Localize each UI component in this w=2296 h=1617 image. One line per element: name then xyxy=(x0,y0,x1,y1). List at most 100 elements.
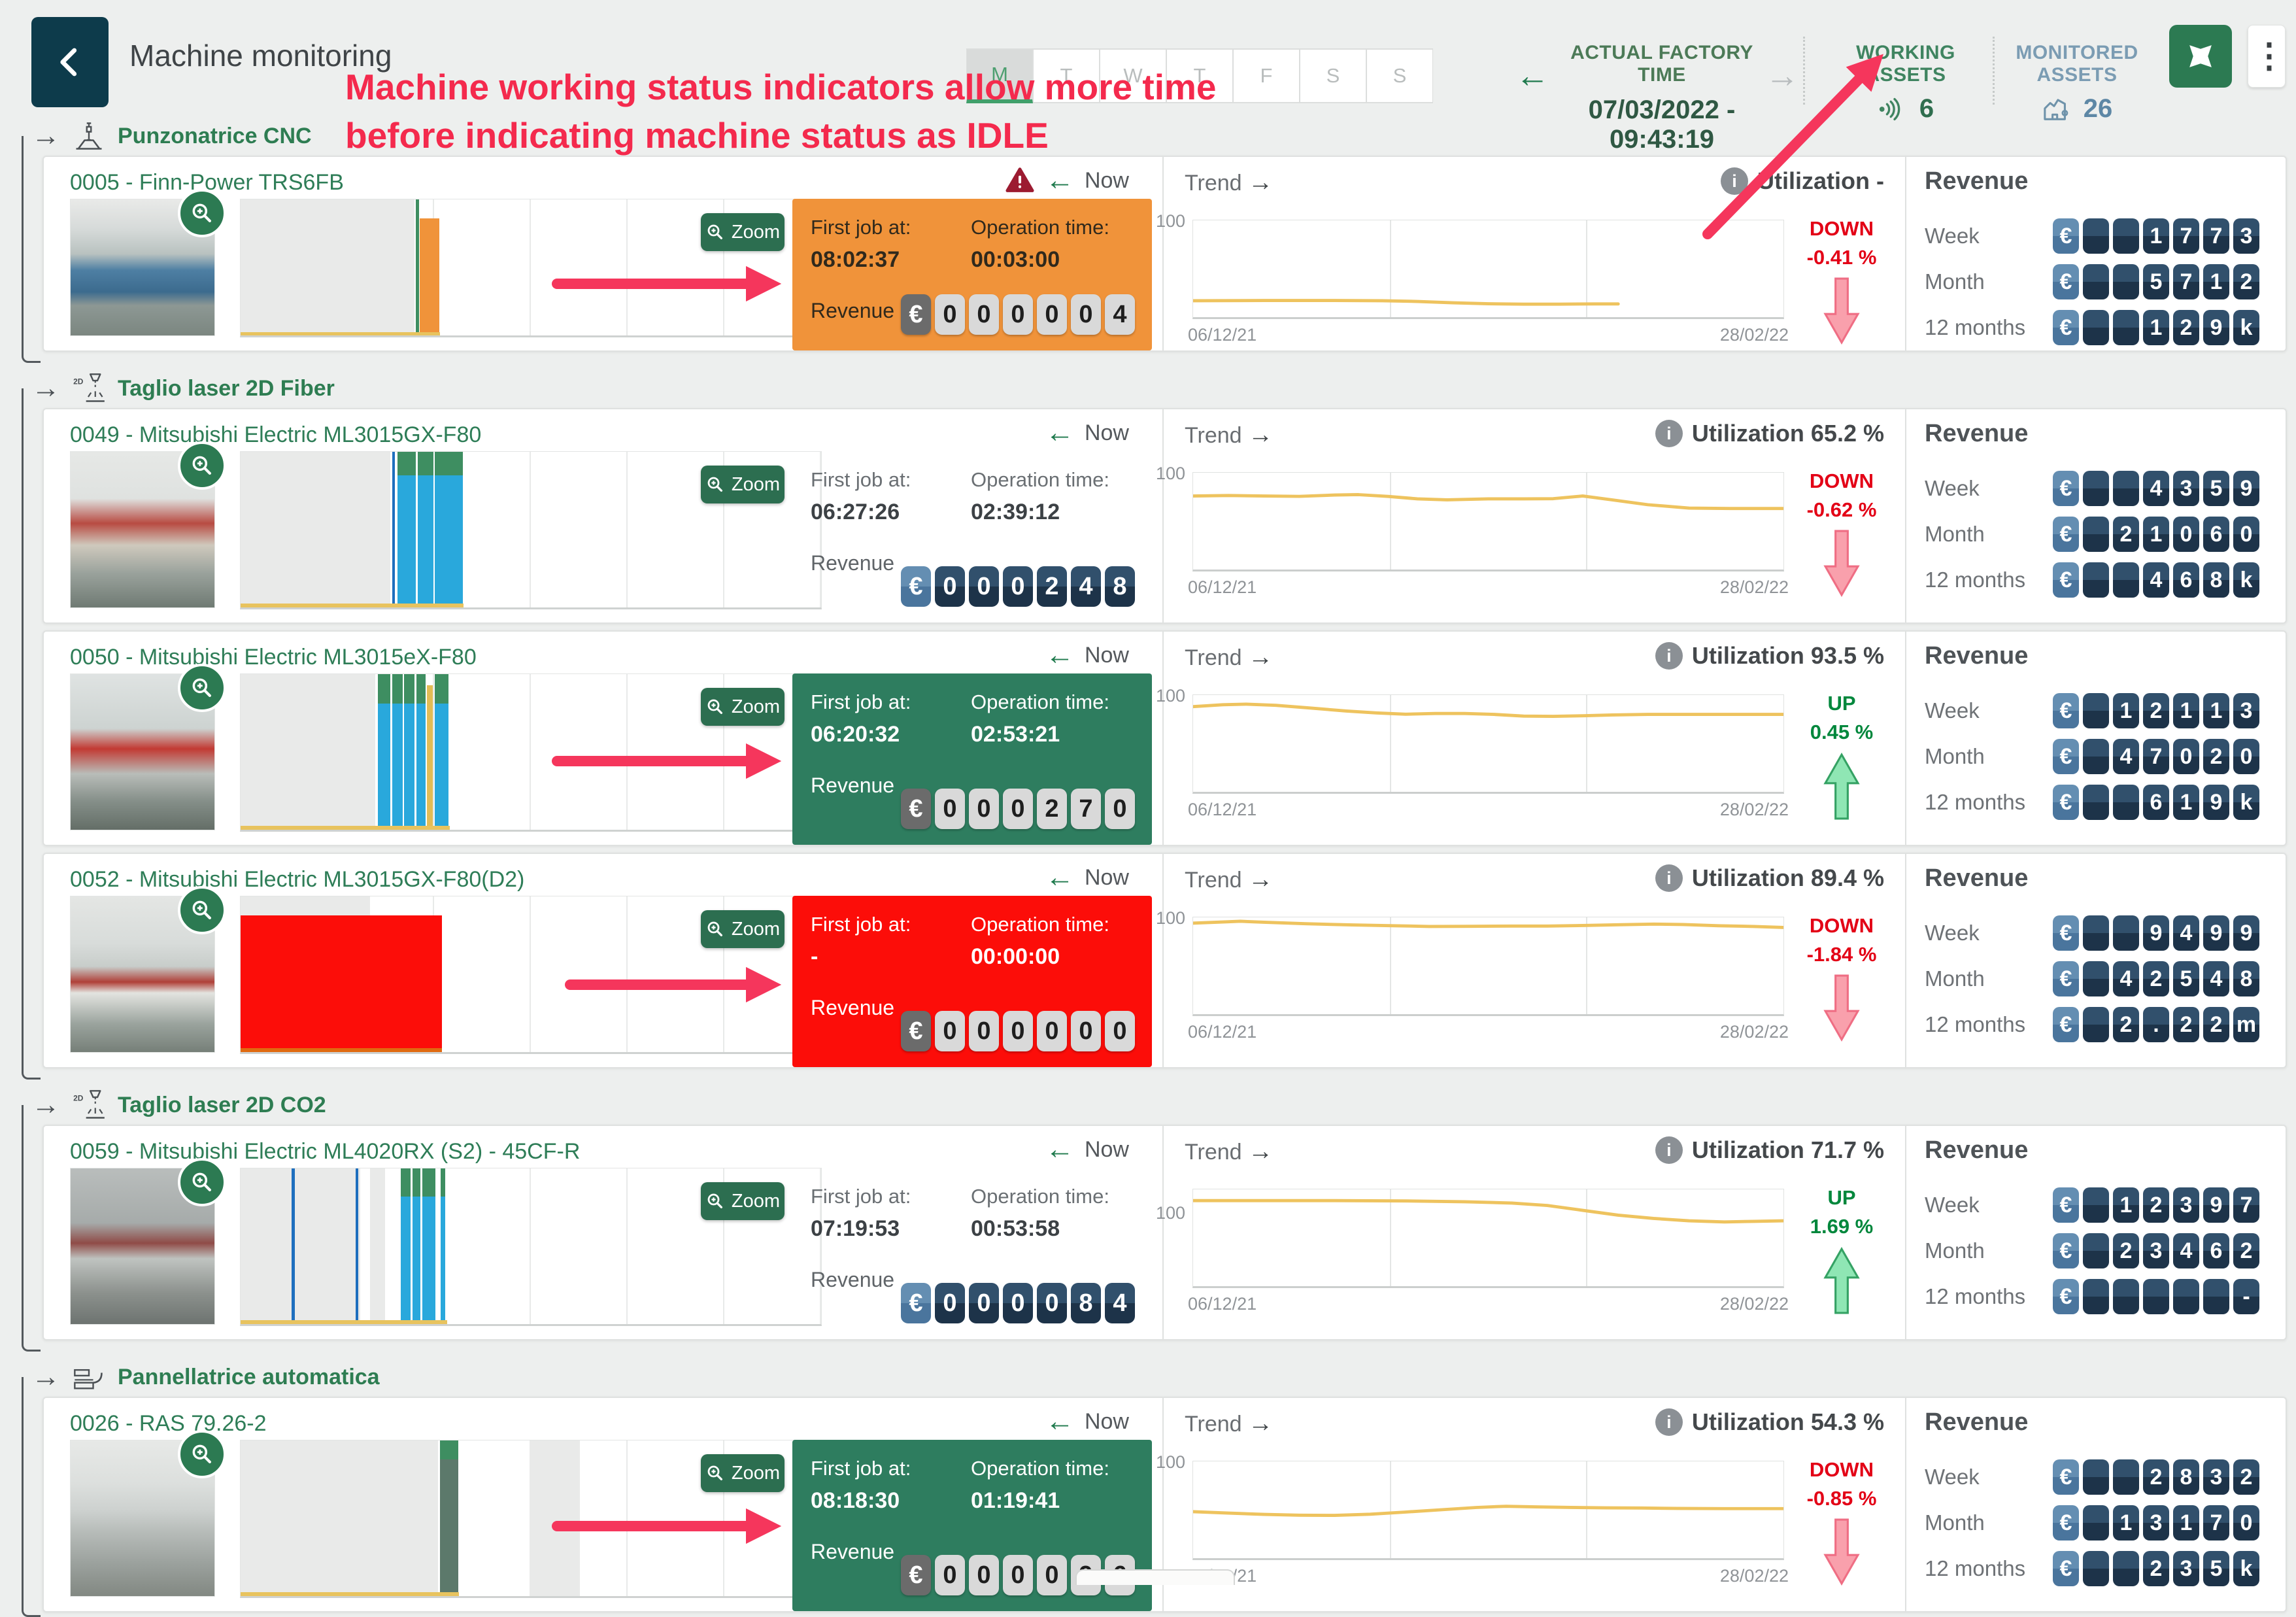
digit-box: m xyxy=(2233,1007,2259,1042)
machine-name[interactable]: 0050 - Mitsubishi Electric ML3015eX-F80 xyxy=(70,645,477,670)
machine-photo[interactable] xyxy=(70,1440,215,1597)
x-axis-start-label: 06/12/21 xyxy=(1188,577,1257,598)
zoom-button[interactable]: Zoom xyxy=(701,910,785,948)
day-tab-3[interactable]: T xyxy=(1166,48,1233,103)
digit-box: 3 xyxy=(2143,1233,2169,1268)
digit-box xyxy=(2113,785,2139,820)
trend-link[interactable]: Trend → xyxy=(1185,866,1273,894)
trend-change-value: -0.41 % xyxy=(1791,246,1893,269)
info-icon[interactable]: i xyxy=(1655,420,1683,447)
trend-link[interactable]: Trend → xyxy=(1185,421,1273,449)
euro-icon: € xyxy=(901,1555,931,1595)
back-button[interactable] xyxy=(31,17,109,107)
revenue-value-counter: €4359 xyxy=(2053,471,2259,506)
photo-zoom-icon[interactable] xyxy=(178,664,226,712)
day-tab-1[interactable]: T xyxy=(1033,48,1100,103)
machine-name[interactable]: 0049 - Mitsubishi Electric ML3015GX-F80 xyxy=(70,422,481,448)
laser-2d-icon: 2D xyxy=(72,1088,106,1122)
zoom-button[interactable]: Zoom xyxy=(701,1182,785,1220)
digit-box: 0 xyxy=(969,294,999,335)
machine-photo[interactable] xyxy=(70,673,215,830)
day-tab-4[interactable]: F xyxy=(1233,48,1300,103)
machine-photo[interactable] xyxy=(70,199,215,336)
photo-zoom-icon[interactable] xyxy=(178,441,226,490)
digit-box: 2 xyxy=(1037,566,1067,607)
trend-link[interactable]: Trend → xyxy=(1185,1410,1273,1438)
cutoff-element xyxy=(1075,1569,1235,1585)
section-name[interactable]: Pannellatrice automatica xyxy=(118,1365,380,1390)
day-tab-0[interactable]: M xyxy=(966,48,1033,103)
timeline-segment-green xyxy=(440,1440,458,1459)
more-options-button[interactable]: ⋮ xyxy=(2248,25,2286,88)
x-axis-end-label: 28/02/22 xyxy=(1720,1566,1789,1586)
now-arrow-icon: ← xyxy=(1045,166,1074,195)
operation-time-value: 00:03:00 xyxy=(971,247,1134,273)
timeline-segment-whiteline xyxy=(390,674,392,830)
operation-time-value: 02:39:12 xyxy=(971,500,1134,525)
day-tab-6[interactable]: S xyxy=(1366,48,1433,103)
euro-icon: € xyxy=(2053,264,2079,299)
prev-period-arrow-icon[interactable]: ← xyxy=(1515,48,1549,103)
page-title: Machine monitoring xyxy=(129,0,392,111)
digit-box: 3 xyxy=(2173,471,2199,506)
revenue-period-label: 12 months xyxy=(1925,1556,2025,1581)
photo-zoom-icon[interactable] xyxy=(178,886,226,934)
machine-photo[interactable] xyxy=(70,896,215,1053)
now-arrow-icon: ← xyxy=(1045,1407,1074,1436)
info-icon[interactable]: i xyxy=(1655,642,1683,670)
section-name[interactable]: Punzonatrice CNC xyxy=(118,124,312,149)
revenue-counter: €000000 xyxy=(901,1011,1135,1051)
info-icon[interactable]: i xyxy=(1655,1136,1683,1164)
trend-link[interactable]: Trend → xyxy=(1185,169,1273,197)
trend-direction-label: UP xyxy=(1791,692,1893,715)
panel-divider xyxy=(1905,409,1906,622)
factory-time-label: ACTUAL FACTORY TIME xyxy=(1564,42,1760,86)
y-axis-label: 100 xyxy=(1156,686,1185,706)
trend-link[interactable]: Trend → xyxy=(1185,1138,1273,1166)
digit-box xyxy=(2083,562,2109,598)
digit-box: 4 xyxy=(1071,566,1101,607)
digit-box: 0 xyxy=(1037,294,1067,335)
tree-connector xyxy=(22,136,41,363)
section-name[interactable]: Taglio laser 2D Fiber xyxy=(118,376,335,401)
next-period-arrow-icon[interactable]: → xyxy=(1765,48,1799,103)
timeline-segment-goldline xyxy=(241,1320,447,1324)
revenue-period-label: Week xyxy=(1925,224,1980,248)
digit-box: 0 xyxy=(2233,517,2259,552)
digit-box: 9 xyxy=(2203,915,2229,951)
machine-photo[interactable] xyxy=(70,451,215,608)
timeline-segment-green xyxy=(401,1168,435,1197)
info-icon[interactable]: i xyxy=(1655,1408,1683,1436)
digit-box: 1 xyxy=(2173,1505,2199,1540)
utilization: i Utilization - xyxy=(1417,167,1884,195)
working-assets: WORKING ASSETS 6 xyxy=(1824,42,1987,124)
info-icon[interactable]: i xyxy=(1721,167,1748,195)
machine-photo[interactable] xyxy=(70,1168,215,1325)
fullscreen-button[interactable] xyxy=(2169,25,2232,88)
first-job-value: 06:20:32 xyxy=(811,722,971,747)
photo-zoom-icon[interactable] xyxy=(178,189,226,237)
zoom-button[interactable]: Zoom xyxy=(701,1454,785,1492)
first-job-value: 08:02:37 xyxy=(811,247,971,273)
machine-name[interactable]: 0052 - Mitsubishi Electric ML3015GX-F80(… xyxy=(70,867,524,893)
magnifier-icon xyxy=(705,1463,725,1483)
trend-link[interactable]: Trend → xyxy=(1185,643,1273,672)
zoom-button[interactable]: Zoom xyxy=(701,688,785,726)
photo-zoom-icon[interactable] xyxy=(178,1430,226,1478)
digit-box: 1 xyxy=(2113,1505,2139,1540)
photo-zoom-icon[interactable] xyxy=(178,1158,226,1206)
info-icon[interactable]: i xyxy=(1655,864,1683,892)
zoom-button[interactable]: Zoom xyxy=(701,213,785,251)
day-tab-5[interactable]: S xyxy=(1300,48,1366,103)
digit-box: 9 xyxy=(2203,785,2229,820)
timeline-segment-goldline xyxy=(241,1592,459,1596)
section-name[interactable]: Taglio laser 2D CO2 xyxy=(118,1093,326,1118)
machine-name[interactable]: 0026 - RAS 79.26-2 xyxy=(70,1411,267,1437)
revenue-value-counter: €129k xyxy=(2053,310,2259,345)
zoom-button[interactable]: Zoom xyxy=(701,466,785,503)
section-arrow-icon: → xyxy=(31,122,60,150)
digit-box: 5 xyxy=(2143,264,2169,299)
day-tab-2[interactable]: W xyxy=(1100,48,1166,103)
timeline-segment-cyan xyxy=(397,452,463,607)
machine-name[interactable]: 0059 - Mitsubishi Electric ML4020RX (S2)… xyxy=(70,1139,580,1165)
